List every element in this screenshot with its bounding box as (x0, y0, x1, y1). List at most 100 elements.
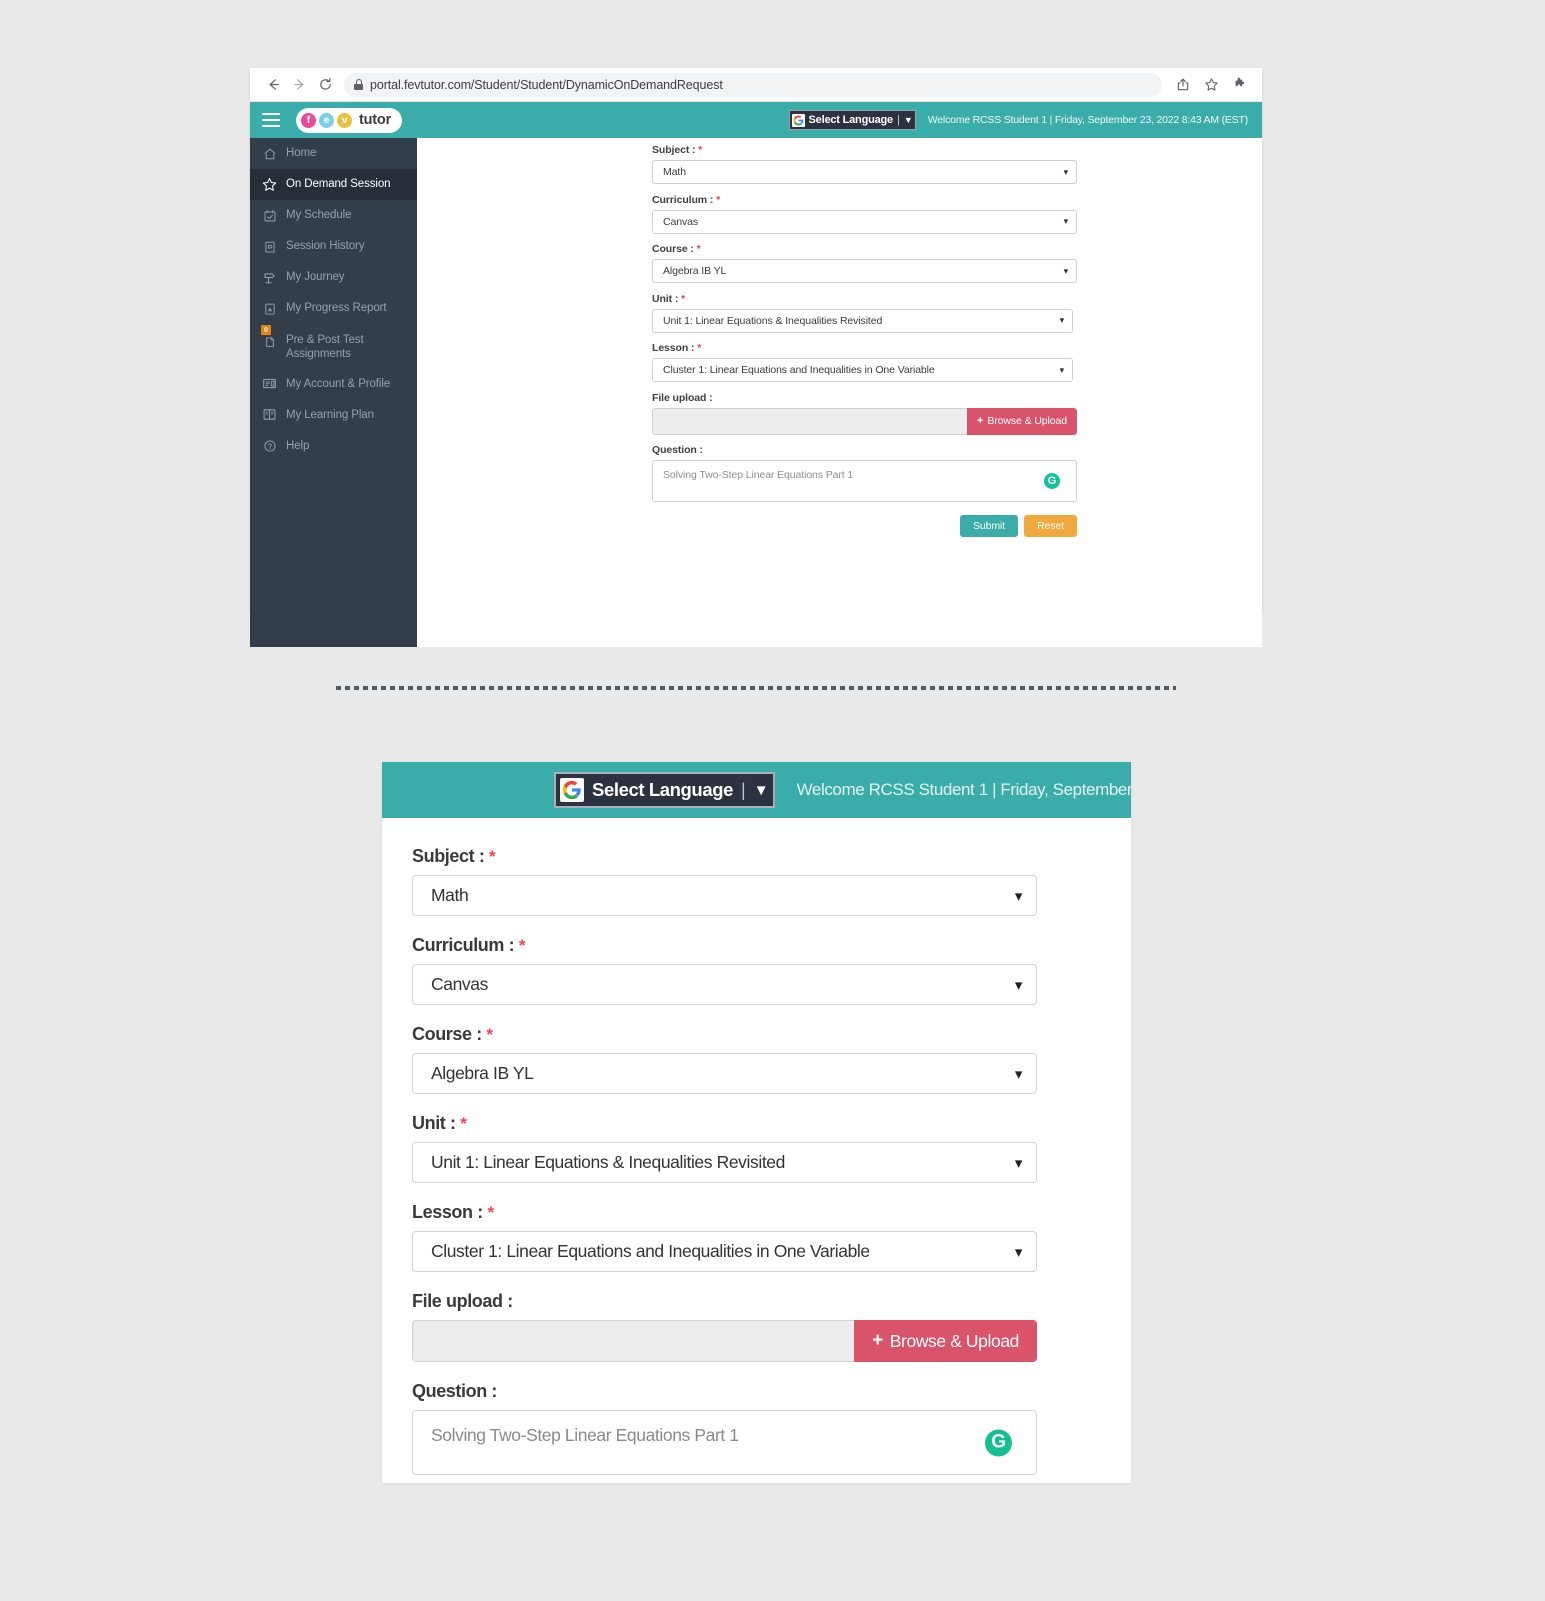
sidebar-item-my-learning-plan[interactable]: My Learning Plan (250, 399, 417, 430)
reload-icon[interactable] (312, 72, 338, 98)
field-group-lesson: Lesson : * Cluster 1: Linear Equations a… (652, 342, 1077, 382)
grammarly-icon[interactable]: G (985, 1429, 1012, 1456)
curriculum-label: Curriculum : * (652, 194, 1077, 206)
plus-icon: + (977, 415, 984, 427)
fev-tutor-logo[interactable]: f e v tutor (296, 107, 403, 133)
curriculum-label-text: Curriculum : (652, 193, 714, 206)
chevron-down-icon[interactable]: ▼ (904, 115, 913, 125)
lesson-label-text: Lesson : (652, 342, 695, 354)
language-separator: | (896, 114, 900, 126)
star-icon[interactable] (1198, 72, 1224, 98)
calendar-check-icon (262, 208, 277, 223)
unit-label: Unit : * (652, 293, 1077, 305)
field-group-course: Course : * Algebra IB YL ▾ (652, 243, 1077, 283)
dashed-divider (336, 686, 1176, 690)
zoom-field-group-course: Course : * Algebra IB YL ▾ (412, 1024, 1037, 1094)
chevron-down-icon: ▾ (1014, 1065, 1023, 1083)
browser-window: portal.fevtutor.com/Student/Student/Dyna… (250, 68, 1262, 647)
logo-dot-e: e (319, 112, 334, 128)
curriculum-label-text: Curriculum : (412, 935, 515, 955)
unit-value: Unit 1: Linear Equations & Inequalities … (663, 314, 883, 327)
chevron-down-icon: ▾ (1014, 976, 1023, 994)
select-language-widget-zoomed[interactable]: Select Language | ▼ (554, 772, 775, 808)
sidebar-item-my-progress-report[interactable]: My Progress Report (250, 293, 417, 324)
sidebar-item-label: Home (286, 147, 317, 160)
sidebar-item-session-history[interactable]: Session History (250, 231, 417, 262)
logo-word: tutor (359, 112, 392, 128)
sidebar-item-pre-post-test-assignments[interactable]: 0 Pre & Post Test Assignments (250, 324, 417, 368)
subject-label: Subject : * (412, 846, 1037, 867)
submit-button[interactable]: Submit (959, 515, 1019, 537)
unit-select[interactable]: Unit 1: Linear Equations & Inequalities … (412, 1142, 1037, 1183)
subject-label-text: Subject : (652, 144, 696, 156)
subject-value: Math (663, 166, 686, 178)
curriculum-select[interactable]: Canvas ▾ (412, 964, 1037, 1005)
course-select[interactable]: Algebra IB YL ▾ (412, 1053, 1037, 1094)
chevron-down-icon: ▾ (1014, 1154, 1023, 1172)
sidebar-item-on-demand-session[interactable]: On Demand Session (250, 169, 417, 200)
lesson-select[interactable]: Cluster 1: Linear Equations and Inequali… (652, 358, 1073, 382)
document-icon (262, 334, 277, 349)
lesson-label-text: Lesson : (412, 1202, 483, 1222)
required-marker: * (697, 342, 702, 354)
question-textarea[interactable]: Solving Two-Step Linear Equations Part 1… (412, 1410, 1037, 1475)
sidebar-item-label: My Account & Profile (286, 377, 391, 390)
file-upload-input[interactable] (652, 407, 968, 435)
course-value: Algebra IB YL (663, 265, 727, 277)
question-label: Question : (652, 444, 703, 456)
required-marker: * (489, 847, 496, 866)
subject-select[interactable]: Math ▾ (412, 875, 1037, 916)
sidebar-item-label: My Progress Report (286, 302, 387, 315)
browse-upload-button[interactable]: + Browse & Upload (967, 407, 1077, 435)
curriculum-value: Canvas (431, 974, 488, 994)
chevron-down-icon[interactable]: ▼ (754, 782, 769, 799)
subject-label: Subject : * (652, 144, 1077, 156)
browse-upload-button[interactable]: + Browse & Upload (854, 1320, 1037, 1362)
plus-icon: + (872, 1330, 883, 1351)
unit-label: Unit : * (412, 1113, 1037, 1134)
chevron-down-icon: ▾ (1063, 166, 1069, 177)
sidebar-item-my-account-profile[interactable]: My Account & Profile (250, 368, 417, 399)
required-marker: * (486, 1025, 493, 1044)
share-icon[interactable] (1170, 72, 1196, 98)
star-icon (262, 177, 277, 192)
forward-arrow-icon[interactable] (286, 72, 312, 98)
question-textarea[interactable]: Solving Two-Step Linear Equations Part 1… (652, 460, 1077, 502)
question-label: Question : (412, 1381, 497, 1401)
reset-button[interactable]: Reset (1024, 515, 1077, 537)
status-badge: 0 (261, 325, 271, 335)
sidebar-item-label: My Learning Plan (286, 408, 374, 421)
file-upload-row: + Browse & Upload (652, 407, 1077, 435)
required-marker: * (460, 1114, 467, 1133)
sidebar-item-label: Session History (286, 240, 365, 253)
zoom-field-group-file-upload: File upload : + Browse & Upload (412, 1291, 1037, 1362)
back-arrow-icon[interactable] (260, 72, 286, 98)
google-translate-icon (791, 113, 805, 127)
course-select[interactable]: Algebra IB YL ▾ (652, 259, 1077, 283)
sidebar-item-help[interactable]: Help (250, 430, 417, 461)
address-bar[interactable]: portal.fevtutor.com/Student/Student/Dyna… (344, 72, 1162, 97)
field-group-subject: Subject : * Math ▾ (652, 144, 1077, 184)
sidebar-item-label: My Schedule (286, 209, 352, 222)
google-translate-icon (560, 778, 584, 802)
sidebar-item-my-journey[interactable]: My Journey (250, 262, 417, 293)
grammarly-icon[interactable]: G (1044, 473, 1060, 489)
home-icon (262, 146, 277, 161)
chart-report-icon (262, 301, 277, 316)
field-group-unit: Unit : * Unit 1: Linear Equations & Ineq… (652, 293, 1077, 333)
subject-select[interactable]: Math ▾ (652, 160, 1077, 184)
file-upload-label: File upload : (412, 1291, 513, 1311)
form-actions: Submit Reset (652, 515, 1077, 537)
curriculum-select[interactable]: Canvas ▾ (652, 209, 1077, 234)
hamburger-menu-icon[interactable] (262, 113, 280, 127)
puzzle-icon[interactable] (1226, 72, 1252, 98)
lesson-select[interactable]: Cluster 1: Linear Equations and Inequali… (412, 1231, 1037, 1272)
select-language-widget[interactable]: Select Language | ▼ (788, 110, 916, 130)
file-upload-input[interactable] (412, 1320, 855, 1362)
sidebar-item-label: My Journey (286, 271, 345, 284)
sidebar-item-my-schedule[interactable]: My Schedule (250, 200, 417, 231)
unit-select[interactable]: Unit 1: Linear Equations & Inequalities … (652, 308, 1073, 333)
browse-upload-label: Browse & Upload (987, 415, 1067, 427)
welcome-text-zoomed: Welcome RCSS Student 1 | Friday, Septemb… (796, 780, 1131, 799)
sidebar-item-home[interactable]: Home (250, 138, 417, 169)
